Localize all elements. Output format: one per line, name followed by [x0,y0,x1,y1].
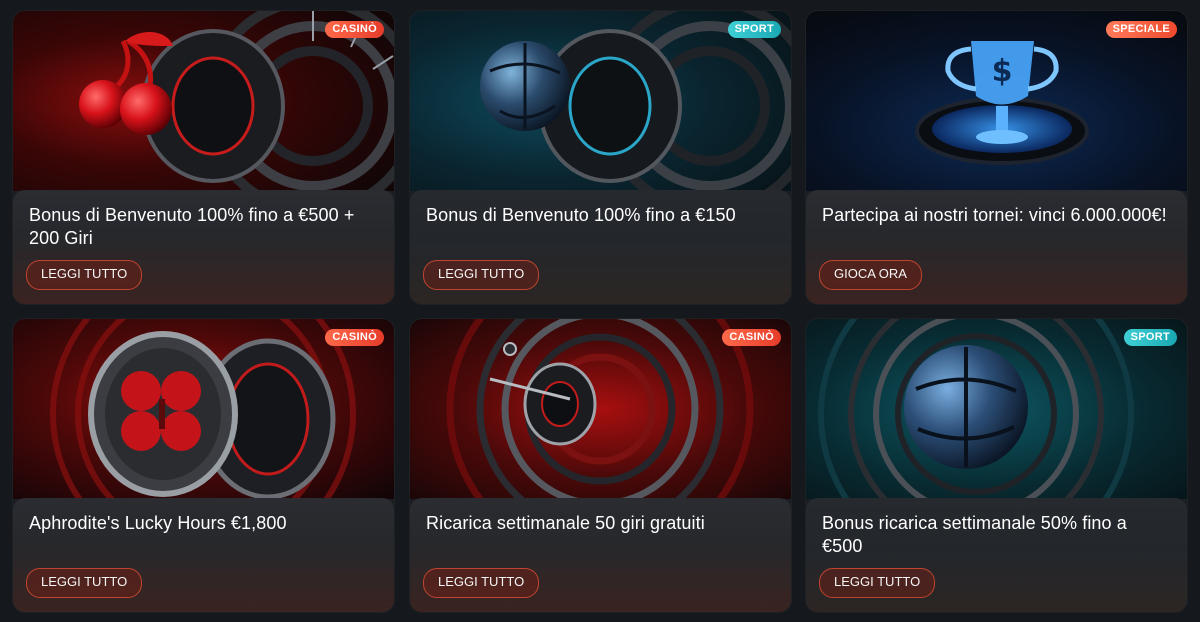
promo-card-tournaments[interactable]: $ SPECIALE Partecipa ai nostri tornei: v… [806,11,1187,304]
promo-image [410,11,791,191]
promo-panel: Bonus di Benvenuto 100% fino a €150 LEGG… [410,190,791,304]
promo-panel: Ricarica settimanale 50 giri gratuiti LE… [410,498,791,612]
promo-panel: Aphrodite's Lucky Hours €1,800 LEGGI TUT… [13,498,394,612]
promo-title: Aphrodite's Lucky Hours €1,800 [29,513,287,533]
promo-panel: Bonus ricarica settimanale 50% fino a €5… [806,498,1187,612]
promo-card-weekly-reload-sport[interactable]: SPORT Bonus ricarica settimanale 50% fin… [806,319,1187,612]
promo-title: Ricarica settimanale 50 giri gratuiti [426,513,705,533]
promo-title: Bonus di Benvenuto 100% fino a €500 + 20… [29,205,355,248]
promo-image: $ [806,11,1187,191]
read-more-button[interactable]: LEGGI TUTTO [819,568,936,598]
category-badge: CASINÒ [722,329,781,346]
promo-panel: Partecipa ai nostri tornei: vinci 6.000.… [806,190,1187,304]
promo-image [806,319,1187,499]
svg-text:$: $ [992,54,1013,89]
promo-title: Bonus ricarica settimanale 50% fino a €5… [822,513,1127,556]
promo-image [13,319,394,499]
promo-title: Partecipa ai nostri tornei: vinci 6.000.… [822,205,1167,225]
read-more-button[interactable]: LEGGI TUTTO [423,568,540,598]
promo-panel: Bonus di Benvenuto 100% fino a €500 + 20… [13,190,394,304]
category-badge: CASINÒ [325,329,384,346]
promo-image [13,11,394,191]
promo-card-welcome-casino[interactable]: CASINÒ Bonus di Benvenuto 100% fino a €5… [13,11,394,304]
promo-image [410,319,791,499]
read-more-button[interactable]: LEGGI TUTTO [423,260,540,290]
category-badge: CASINÒ [325,21,384,38]
promo-card-aphrodite[interactable]: CASINÒ Aphrodite's Lucky Hours €1,800 LE… [13,319,394,612]
play-now-button[interactable]: GIOCA ORA [819,260,922,290]
promotions-grid: CASINÒ Bonus di Benvenuto 100% fino a €5… [0,0,1200,622]
read-more-button[interactable]: LEGGI TUTTO [26,260,143,290]
promo-card-welcome-sport[interactable]: SPORT Bonus di Benvenuto 100% fino a €15… [410,11,791,304]
category-badge: SPECIALE [1105,21,1177,38]
promo-title: Bonus di Benvenuto 100% fino a €150 [426,205,736,225]
category-badge: SPORT [1123,329,1177,346]
read-more-button[interactable]: LEGGI TUTTO [26,568,143,598]
promo-card-weekly-spins[interactable]: CASINÒ Ricarica settimanale 50 giri grat… [410,319,791,612]
category-badge: SPORT [727,21,781,38]
